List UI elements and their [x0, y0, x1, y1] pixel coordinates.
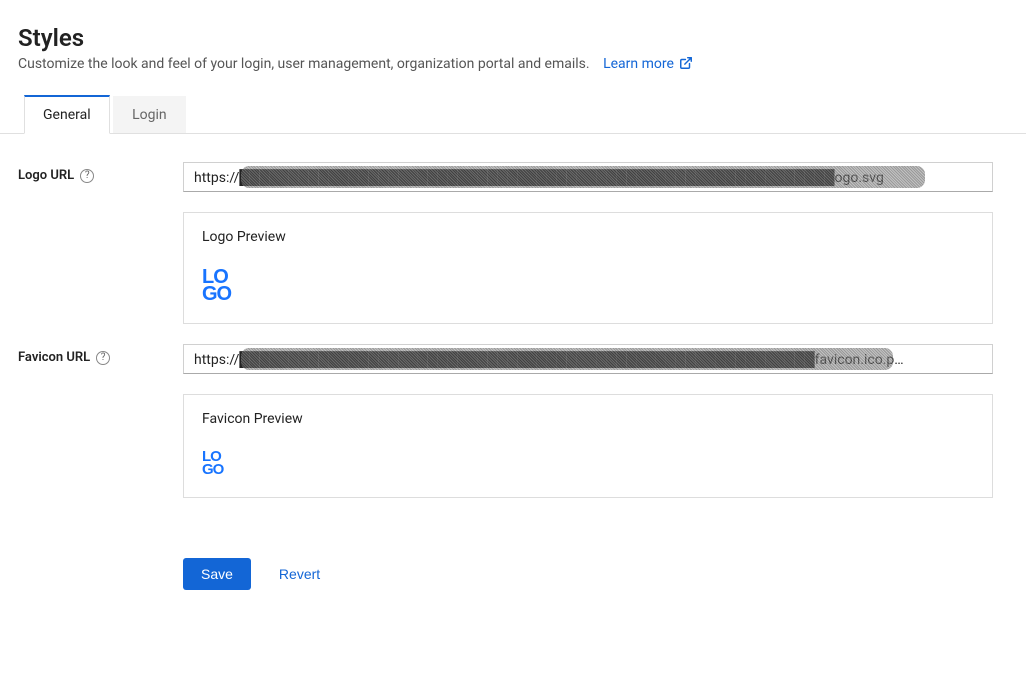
- logo-preview-label: Logo Preview: [202, 229, 974, 245]
- favicon-preview-box: Favicon Preview LOGO: [183, 394, 993, 498]
- favicon-url-label: Favicon URL: [18, 350, 90, 365]
- logo-preview-image: LOGO: [202, 269, 974, 303]
- revert-button[interactable]: Revert: [275, 558, 324, 590]
- favicon-url-input-wrap: [183, 344, 993, 374]
- help-icon[interactable]: ?: [96, 351, 110, 365]
- action-button-row: Save Revert: [183, 558, 993, 590]
- favicon-preview-label: Favicon Preview: [202, 411, 974, 427]
- tab-general[interactable]: General: [24, 95, 110, 134]
- favicon-url-input[interactable]: [183, 344, 993, 374]
- logo-url-label-wrap: Logo URL ?: [18, 162, 183, 183]
- page-title: Styles: [18, 24, 1008, 52]
- favicon-preview-image: LOGO: [202, 451, 974, 477]
- learn-more-link[interactable]: Learn more: [603, 56, 693, 72]
- help-icon[interactable]: ?: [80, 169, 94, 183]
- logo-preview-box: Logo Preview LOGO: [183, 212, 993, 324]
- logo-url-input-wrap: [183, 162, 993, 192]
- external-link-icon: [679, 56, 693, 70]
- save-button[interactable]: Save: [183, 558, 251, 590]
- tab-strip: General Login: [0, 94, 1026, 134]
- page-subtitle: Customize the look and feel of your logi…: [18, 56, 1008, 72]
- tab-login[interactable]: Login: [113, 96, 186, 133]
- logo-url-input[interactable]: [183, 162, 993, 192]
- learn-more-label: Learn more: [603, 56, 674, 72]
- logo-url-label: Logo URL: [18, 168, 74, 183]
- favicon-url-label-wrap: Favicon URL ?: [18, 344, 183, 365]
- subtitle-text: Customize the look and feel of your logi…: [18, 56, 590, 72]
